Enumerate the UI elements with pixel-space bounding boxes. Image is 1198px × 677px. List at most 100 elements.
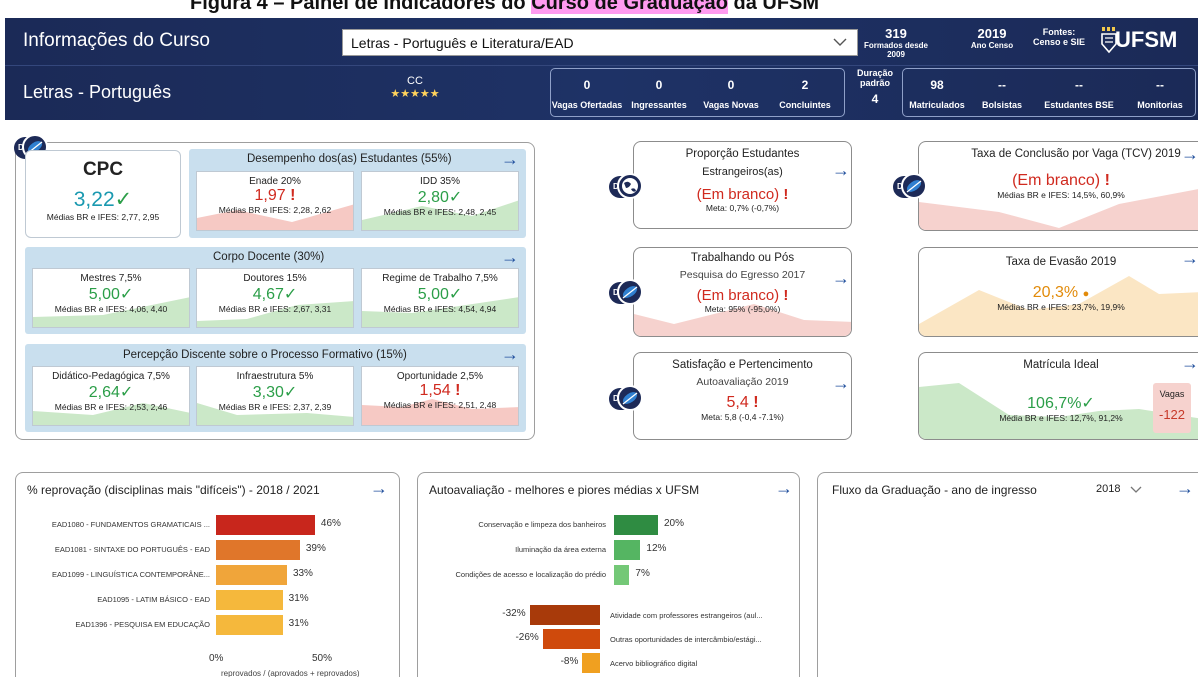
best-bar[interactable] (614, 565, 630, 585)
tcv-card[interactable]: Taxa de Conclusão por Vaga (TCV) 2019 (E… (918, 141, 1198, 231)
infraestrutura-card[interactable]: Infraestrutura 5% 3,30✓ Médias BR e IFES… (196, 366, 354, 426)
ano-censo-label: Ano Censo (970, 41, 1014, 50)
reprovacao-bar[interactable] (216, 590, 283, 610)
didatico-value: 2,64✓ (88, 384, 134, 401)
best-bar[interactable] (614, 515, 658, 535)
best-category-label: Condições de acesso e localização do pré… (455, 570, 606, 579)
satisfacao-value: 5,4 ! (726, 394, 759, 411)
regime-card[interactable]: Regime de Trabalho 7,5% 5,00✓ Médias BR … (361, 268, 519, 328)
reprovacao-arrow-icon[interactable]: → (370, 478, 388, 499)
reprovacao-category-label: EAD1081 - SINTAXE DO PORTUGUÊS - EAD (54, 545, 210, 554)
reprovacao-bar[interactable] (216, 515, 315, 535)
matricula-ideal-arrow-icon[interactable]: → (1181, 353, 1198, 374)
doutores-card[interactable]: Doutores 15% 4,67✓ Médias BR e IFES: 2,6… (196, 268, 354, 328)
mestres-card[interactable]: Mestres 7,5% 5,00✓ Médias BR e IFES: 4,0… (32, 268, 190, 328)
vagas-ofertadas-stat: 0 Vagas Ofertadas (551, 78, 623, 110)
corpo-docente-box: Corpo Docente (30%) → Mestres 7,5% 5,00✓… (25, 247, 526, 334)
worst-bar[interactable] (582, 653, 600, 673)
autoavaliacao-panel: Autoavaliação - melhores e piores médias… (417, 472, 800, 677)
infraestrutura-value: 3,30✓ (252, 384, 298, 401)
leaf-icon (617, 279, 643, 305)
trabalhando-arrow-icon[interactable]: → (832, 268, 850, 289)
best-bar-value: 20% (664, 518, 685, 529)
corpo-docente-title: Corpo Docente (30%) (213, 251, 325, 263)
evasao-card[interactable]: Taxa de Evasão 2019 20,3% ● Médias BR e … (918, 247, 1198, 337)
ufsm-brand: UFSM (1115, 27, 1178, 52)
bolsistas-stat: -- Bolsistas (981, 78, 1023, 110)
regime-value: 5,00✓ (417, 286, 463, 303)
estrangeiros-arrow-icon[interactable]: → (832, 160, 850, 181)
best-bar-value: 7% (635, 568, 650, 579)
corpo-docente-arrow-icon[interactable]: → (501, 247, 519, 268)
chevron-down-icon (1130, 483, 1142, 500)
fontes-title: Fontes: (1042, 27, 1076, 37)
reprovacao-bar[interactable] (216, 565, 287, 585)
cc-rating: CC ★★★★★ (385, 75, 445, 100)
worst-category-label: Outras oportunidades de intercâmbio/está… (610, 635, 762, 644)
formados-value: 319 (885, 26, 907, 41)
best-category-label: Conservação e limpeza dos banheiros (478, 520, 606, 529)
course-subtitle: Letras - Português (23, 82, 172, 102)
axis-tick-0: 0% (209, 653, 224, 664)
vagas-box: 0 Vagas Ofertadas 0 Ingressantes 0 Vagas No… (550, 68, 845, 117)
worst-bar[interactable] (542, 629, 600, 649)
year-select[interactable]: 2018 (1090, 480, 1150, 504)
reprovacao-category-label: EAD1396 - PESQUISA EM EDUCAÇÃO (75, 620, 210, 629)
worst-bar-value: -26% (515, 632, 539, 643)
reprovacao-bar-value: 31% (288, 593, 309, 604)
axis-label: reprovados / (aprovados + reprovados) (221, 669, 360, 677)
tcv-arrow-icon[interactable]: → (1181, 144, 1198, 165)
estrangeiros-card[interactable]: Proporção Estudantes Estrangeiros(as) (E… (633, 141, 852, 229)
course-select-value: Letras - Português e Literatura/EAD (351, 35, 574, 51)
best-bar-value: 12% (646, 543, 667, 554)
cpc-medias: Médias BR e IFES: 2,77, 2,95 (46, 212, 160, 222)
didatico-card[interactable]: Didático-Pedagógica 7,5% 2,64✓ Médias BR… (32, 366, 190, 426)
vagas-value: -122 (1158, 407, 1186, 422)
reprovacao-bar[interactable] (216, 615, 283, 635)
concluintes-stat: 2 Concluintes (779, 78, 831, 110)
trabalhando-value: (Em branco) ! (696, 287, 789, 304)
chevron-down-icon (833, 32, 847, 55)
matriculados-box: 98 Matriculados -- Bolsistas -- Estudantes … (902, 68, 1196, 117)
oportunidade-card[interactable]: Oportunidade 2,5% 1,54 ! Médias BR e IFE… (361, 366, 519, 426)
cpc-card[interactable]: CPC 3,22✓ Médias BR e IFES: 2,77, 2,95 (25, 150, 181, 238)
ano-censo-stat: 2019 Ano Censo (967, 26, 1017, 50)
satisfacao-arrow-icon[interactable]: → (832, 373, 850, 394)
reprovacao-bar-value: 46% (320, 518, 341, 529)
autoavaliacao-title: Autoavaliação - melhores e piores médias… (429, 483, 700, 497)
header-title: Informações do Curso (23, 30, 210, 51)
leaf-icon (617, 385, 643, 411)
best-bar[interactable] (614, 540, 641, 560)
course-select[interactable]: Letras - Português e Literatura/EAD (342, 29, 858, 56)
d2-badge-trabalhando: D2 (609, 279, 643, 305)
worst-bar[interactable] (529, 605, 600, 625)
oportunidade-value: 1,54 ! (419, 382, 461, 399)
enade-card[interactable]: Enade 20% 1,97 ! Médias BR e IFES: 2,28,… (196, 171, 354, 231)
idd-card[interactable]: IDD 35% 2,80✓ Médias BR e IFES: 2,48, 2,… (361, 171, 519, 231)
desempenho-arrow-icon[interactable]: → (501, 149, 519, 170)
reprovacao-category-label: EAD1099 - LINGUÍSTICA CONTEMPORÂNE... (52, 570, 210, 579)
tcv-value: (Em branco) ! (1012, 172, 1110, 189)
worst-category-label: Acervo bibliográfico digital (610, 659, 698, 668)
reprovacao-panel: % reprovação (disciplinas mais "difíceis… (15, 472, 400, 677)
header-top-row: Informações do Curso Letras - Português … (5, 18, 1198, 66)
worst-bar-value: -32% (502, 608, 526, 619)
autoavaliacao-arrow-icon[interactable]: → (775, 478, 793, 499)
reprovacao-bar[interactable] (216, 540, 300, 560)
fluxo-panel: Fluxo da Graduação - ano de ingresso 201… (817, 472, 1198, 677)
best-category-label: Iluminação da área externa (515, 545, 606, 554)
fluxo-title: Fluxo da Graduação - ano de ingresso (832, 483, 1037, 497)
cpc-value: 3,22✓ (73, 188, 133, 211)
desempenho-box: Desempenho dos(as) Estudantes (55%) → En… (189, 149, 526, 238)
matricula-ideal-card[interactable]: Matrícula Ideal 106,7%✓ Média BR e IFES:… (918, 352, 1198, 440)
figure-caption: Figura 4 – Painel de Indicadores do Curs… (190, 0, 819, 15)
d5-badge: D5 (609, 173, 643, 199)
percepcao-title: Percepção Discente sobre o Processo Form… (123, 349, 407, 361)
header-bar: Informações do Curso Letras - Português … (5, 18, 1198, 120)
evasao-arrow-icon[interactable]: → (1181, 248, 1198, 269)
fluxo-arrow-icon[interactable]: → (1176, 478, 1194, 499)
satisfacao-card[interactable]: Satisfação e Pertencimento Autoavaliação… (633, 352, 852, 440)
trabalhando-card[interactable]: Trabalhando ou Pós Pesquisa do Egresso 2… (633, 247, 852, 337)
percepcao-arrow-icon[interactable]: → (501, 344, 519, 365)
worst-bar-value: -8% (560, 656, 579, 667)
